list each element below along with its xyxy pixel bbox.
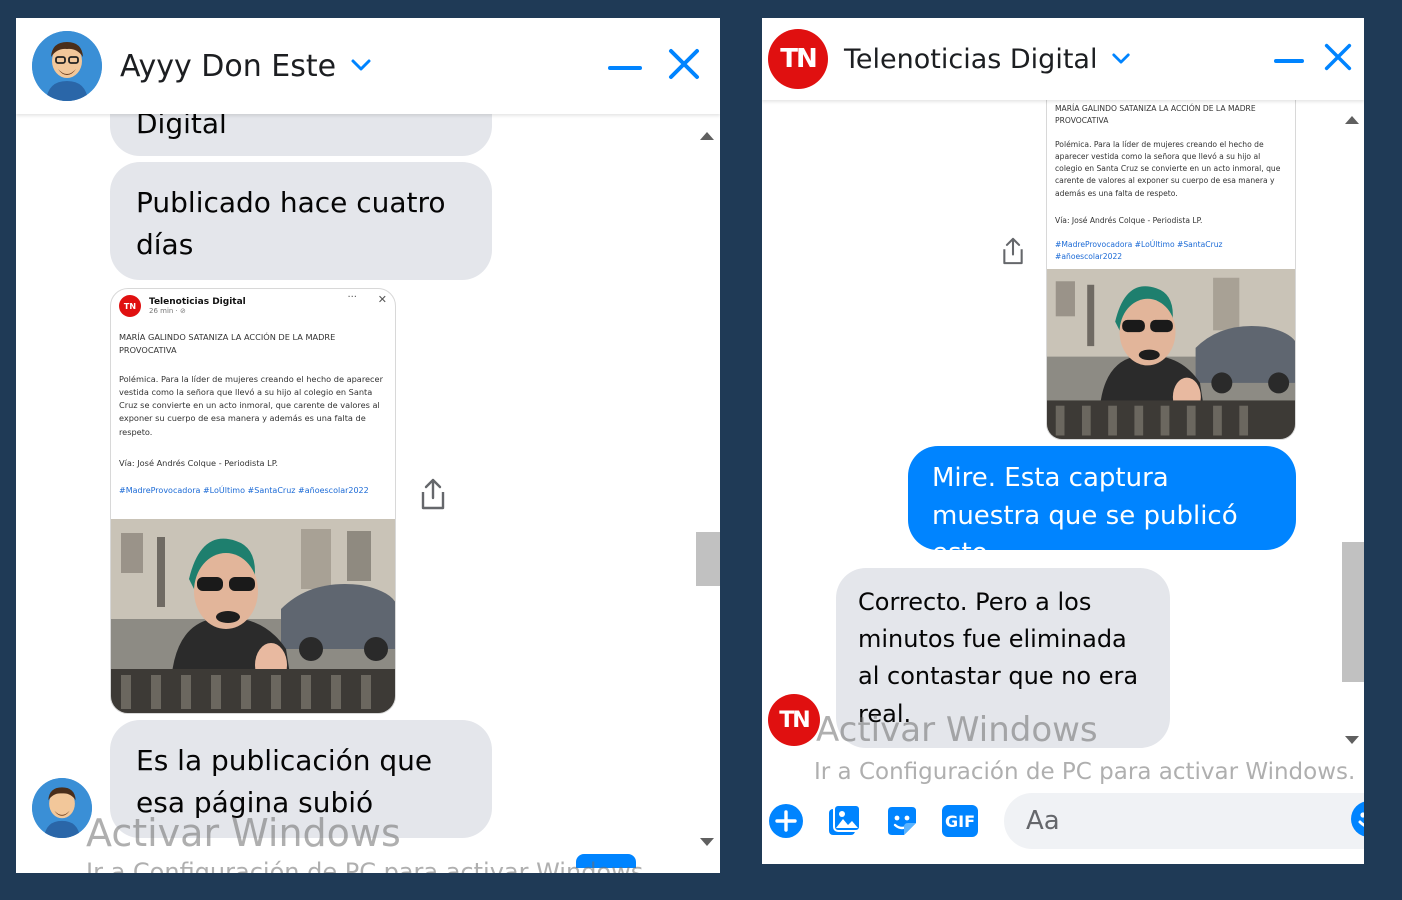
message-text: Es la publicación que esa página subió	[136, 744, 433, 819]
message-input-wrapper[interactable]	[1004, 793, 1364, 849]
plus-icon[interactable]	[768, 803, 804, 839]
post-hashtags: #MadreProvocadora #LoÚltimo #SantaCruz #…	[119, 486, 369, 495]
chat-window-left: Ayyy Don Este Digital Publicado hace cua…	[16, 18, 720, 873]
message-bubble-outgoing: Mire. Esta captura muestra que se public…	[908, 446, 1296, 568]
scroll-down-arrow[interactable]	[700, 838, 714, 846]
post-header: TN Telenoticias Digital 26 min · ⊘	[119, 295, 246, 317]
message-bubble: Es la publicación que esa página subió	[110, 720, 492, 838]
post-headline: MARÍA GALINDO SATANIZA LA ACCIÓN DE LA M…	[119, 332, 336, 356]
shared-post-image[interactable]: TN Telenoticias Digital 26 min · ⊘ ··· ✕…	[110, 288, 396, 714]
post-hashtags: #MadreProvocadora #LoÚltimo #SantaCruz #…	[1055, 240, 1223, 262]
message-text: Mire. Esta captura muestra que se public…	[932, 463, 1238, 569]
post-time: 26 min · ⊘	[149, 307, 186, 315]
close-icon[interactable]	[668, 48, 700, 84]
more-icon: ···	[347, 292, 357, 303]
sender-avatar: TN	[768, 694, 820, 746]
message-text: Publicado hace cuatro días	[136, 186, 446, 261]
scroll-up-arrow[interactable]	[700, 132, 714, 140]
post-photo	[111, 519, 395, 713]
scrollbar-right[interactable]	[1340, 104, 1364, 754]
contact-name[interactable]: Telenoticias Digital	[844, 44, 1097, 75]
share-icon[interactable]	[1000, 234, 1026, 272]
contact-avatar[interactable]: TN	[768, 29, 828, 89]
minimize-icon[interactable]	[608, 57, 642, 76]
sender-avatar	[32, 778, 92, 838]
message-input[interactable]	[1026, 806, 1350, 836]
gif-icon[interactable]: GIF	[942, 803, 978, 839]
composer-bar: GIF	[762, 778, 1364, 864]
contact-avatar[interactable]	[32, 31, 102, 101]
minimize-icon[interactable]	[1274, 50, 1304, 69]
person-avatar-icon	[32, 31, 102, 101]
post-page-name: Telenoticias Digital	[149, 297, 246, 307]
scroll-up-arrow[interactable]	[1345, 116, 1359, 124]
message-text: Correcto. Pero a los minutos fue elimina…	[858, 588, 1139, 728]
post-avatar: TN	[119, 295, 141, 317]
scrollbar-left[interactable]	[694, 118, 720, 858]
photo-icon[interactable]	[826, 803, 862, 839]
chat-header-right: TN Telenoticias Digital	[762, 18, 1364, 100]
chevron-down-icon[interactable]	[1111, 50, 1131, 69]
share-icon[interactable]	[418, 476, 448, 516]
chat-header-left: Ayyy Don Este	[16, 18, 720, 114]
sticker-icon[interactable]	[884, 803, 920, 839]
close-icon: ✕	[377, 293, 387, 306]
post-via: Vía: José Andrés Colque - Periodista LP.	[119, 458, 278, 468]
person-avatar-icon	[32, 778, 92, 838]
chat-window-right: TN Telenoticias Digital MARÍA GALINDO SA…	[762, 18, 1364, 864]
scroll-thumb[interactable]	[696, 532, 720, 586]
post-photo	[1047, 269, 1295, 439]
chevron-down-icon[interactable]	[350, 57, 372, 76]
gif-label: GIF	[942, 805, 978, 837]
close-icon[interactable]	[1324, 43, 1352, 75]
contact-name[interactable]: Ayyy Don Este	[120, 49, 336, 84]
message-bubble: Publicado hace cuatro días	[110, 162, 492, 280]
post-via: Vía: José Andrés Colque - Periodista LP.	[1055, 216, 1203, 225]
scroll-thumb[interactable]	[1342, 542, 1364, 682]
post-body: Polémica. Para la líder de mujeres crean…	[119, 374, 383, 437]
message-list-right: MARÍA GALINDO SATANIZA LA ACCIÓN DE LA M…	[762, 80, 1364, 784]
post-headline: MARÍA GALINDO SATANIZA LA ACCIÓN DE LA M…	[1055, 104, 1256, 126]
post-body: Polémica. Para la líder de mujeres crean…	[1055, 140, 1281, 198]
scroll-down-arrow[interactable]	[1345, 736, 1359, 744]
shared-post-image[interactable]: MARÍA GALINDO SATANIZA LA ACCIÓN DE LA M…	[1046, 80, 1296, 440]
emoji-icon[interactable]	[1350, 800, 1364, 842]
message-list-left: Digital Publicado hace cuatro días TN Te…	[16, 66, 720, 873]
message-bubble: Correcto. Pero a los minutos fue elimina…	[836, 568, 1170, 748]
